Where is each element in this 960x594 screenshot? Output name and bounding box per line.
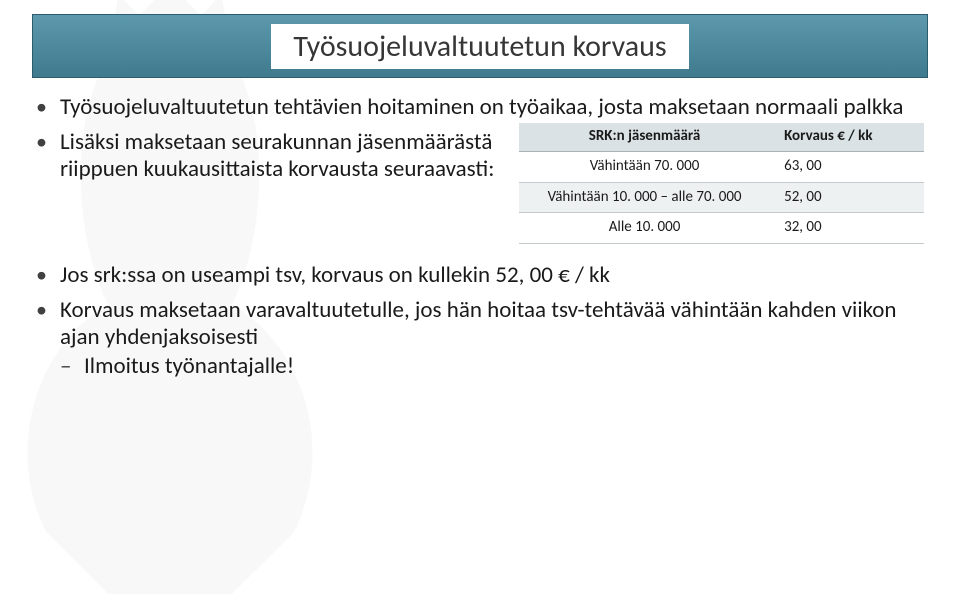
table-header-compensation: Korvaus € / kk — [770, 123, 924, 151]
bullet-4: Korvaus maksetaan varavaltuutetulle, jos… — [36, 297, 924, 380]
slide-body: Työsuojeluvaltuutetun tehtävien hoitamin… — [36, 94, 924, 380]
cell-amount: 63, 00 — [770, 151, 924, 182]
bullet-1: Työsuojeluvaltuutetun tehtävien hoitamin… — [36, 94, 924, 121]
table-row: Vähintään 10. 000 – alle 70. 000 52, 00 — [519, 182, 924, 213]
bullet-4-text: Korvaus maksetaan varavaltuutetulle, jos… — [60, 296, 897, 351]
slide-title: Työsuojeluvaltuutetun korvaus — [271, 24, 688, 69]
table-header-membercount: SRK:n jäsenmäärä — [519, 123, 770, 151]
cell-tier: Vähintään 10. 000 – alle 70. 000 — [519, 182, 770, 213]
bullet-3: Jos srk:ssa on useampi tsv, korvaus on k… — [36, 262, 924, 289]
cell-amount: 32, 00 — [770, 213, 924, 244]
table-row: Vähintään 70. 000 63, 00 — [519, 151, 924, 182]
bullet-4-sub-1: Ilmoitus työnantajalle! — [60, 353, 924, 380]
cell-tier: Vähintään 70. 000 — [519, 151, 770, 182]
title-bar: Työsuojeluvaltuutetun korvaus — [32, 14, 928, 78]
cell-tier: Alle 10. 000 — [519, 213, 770, 244]
bullet-2: SRK:n jäsenmäärä Korvaus € / kk Vähintää… — [36, 129, 924, 244]
table-row: Alle 10. 000 32, 00 — [519, 213, 924, 244]
compensation-table: SRK:n jäsenmäärä Korvaus € / kk Vähintää… — [519, 123, 924, 244]
bullet-2-text: Lisäksi maksetaan seurakunnan jäsenmäärä… — [60, 128, 494, 183]
cell-amount: 52, 00 — [770, 182, 924, 213]
